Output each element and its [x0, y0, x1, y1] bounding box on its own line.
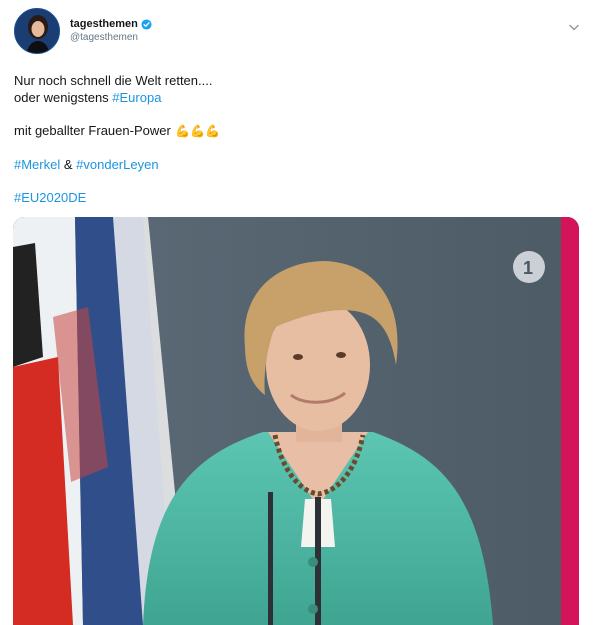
tweet-header: tagesthemen @tagesthemen [14, 8, 152, 54]
accent-stripe [561, 217, 579, 625]
tweet-text-fragment: mit geballter Frauen-Power [14, 123, 175, 138]
tweet-line: #Merkel & #vonderLeyen [14, 156, 220, 173]
hashtag-eu2020de-link[interactable]: #EU2020DE [14, 190, 86, 205]
hashtag-merkel-link[interactable]: #Merkel [14, 157, 60, 172]
tweet-text: Nur noch schnell die Welt retten.... ode… [14, 72, 220, 206]
account-handle[interactable]: @tagesthemen [70, 31, 152, 45]
ard-das-erste-logo: 1 [513, 251, 545, 283]
tweet-text-fragment: oder wenigstens [14, 90, 113, 105]
hashtag-vonderleyen-link[interactable]: #vonderLeyen [76, 157, 158, 172]
tweet-line: mit geballter Frauen-Power 💪💪💪 [14, 122, 220, 140]
chevron-down-icon[interactable] [569, 24, 579, 31]
tweet-line: oder wenigstens #Europa [14, 89, 220, 106]
ampersand-text: & [60, 157, 77, 172]
verified-badge-icon [141, 18, 152, 30]
display-name[interactable]: tagesthemen [70, 17, 138, 31]
svg-text:1: 1 [523, 258, 533, 278]
flexed-biceps-emoji-icon: 💪💪💪 [175, 124, 221, 138]
video-frame: 1 [13, 217, 579, 625]
avatar-portrait-icon [26, 15, 50, 53]
video-player[interactable]: 1 [13, 217, 579, 625]
avatar[interactable] [14, 8, 60, 54]
account-names: tagesthemen @tagesthemen [70, 17, 152, 45]
tweet-line: #EU2020DE [14, 189, 220, 206]
hashtag-europa-link[interactable]: #Europa [112, 90, 161, 105]
tweet-card: tagesthemen @tagesthemen Nur noch schnel… [0, 0, 593, 625]
tweet-line: Nur noch schnell die Welt retten.... [14, 73, 213, 88]
